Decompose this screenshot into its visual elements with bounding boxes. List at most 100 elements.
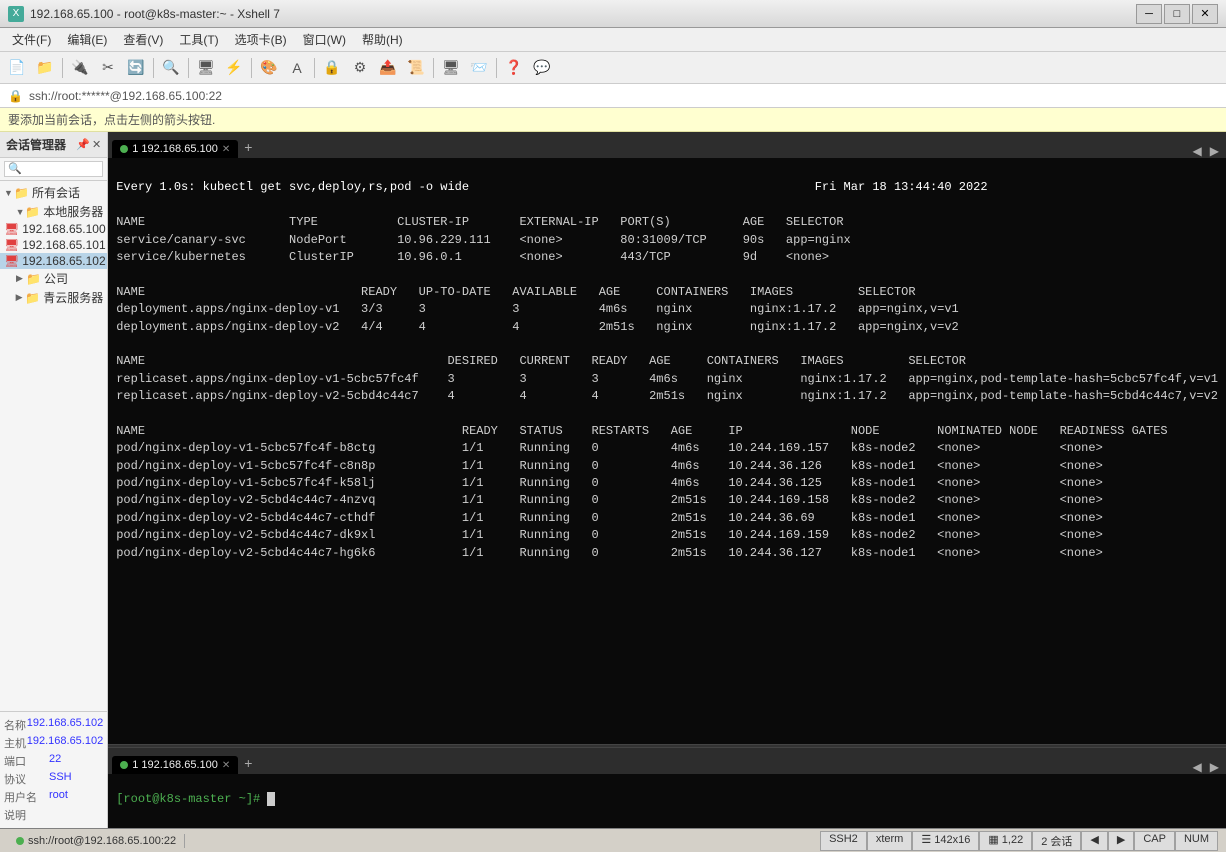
new-session-button[interactable]: 📄: [4, 56, 30, 80]
tree-label-192-168-65-101: 192.168.65.101: [22, 238, 105, 252]
disconnect-button[interactable]: ✂: [95, 56, 121, 80]
status-dot: [16, 837, 24, 845]
session-tree: ▼ 📁 所有会话 ▼ 📁 本地服务器 🖥 192.168.65.100: [0, 181, 107, 711]
bottom-terminal-content[interactable]: [root@k8s-master ~]#: [108, 774, 1226, 828]
search-input[interactable]: [4, 161, 103, 177]
font-button[interactable]: A: [284, 56, 310, 80]
menu-bar: 文件(F) 编辑(E) 查看(V) 工具(T) 选项卡(B) 窗口(W) 帮助(…: [0, 28, 1226, 52]
prop-host: 主机 192.168.65.102: [4, 734, 103, 752]
prop-value-username: root: [49, 789, 103, 805]
properties-panel: 名称 192.168.65.102 主机 192.168.65.102 端口 2…: [0, 711, 107, 828]
local-shell-button[interactable]: ⚡: [221, 56, 247, 80]
status-right: SSH2 xterm ☰ 142x16 ▦ 1,22 2 会话 ◀ ▶ CAP …: [820, 831, 1218, 851]
prop-value-port: 22: [49, 753, 103, 769]
bottom-tab-add-button[interactable]: +: [238, 752, 258, 774]
prop-value-host: 192.168.65.102: [27, 735, 103, 751]
status-cursor-pos: ▦ 1,22: [979, 831, 1032, 851]
bottom-tab-dot: [120, 761, 128, 769]
prop-username: 用户名 root: [4, 788, 103, 806]
address-bar: 🔒 ssh://root:******@192.168.65.100:22: [0, 84, 1226, 108]
toolbar-sep-2: [153, 58, 154, 78]
prompt: [root@k8s-master ~]#: [116, 792, 267, 806]
terminal-content[interactable]: Every 1.0s: kubectl get svc,deploy,rs,po…: [108, 158, 1226, 744]
toolbar-sep-1: [62, 58, 63, 78]
session-manager-button[interactable]: 🖥: [193, 56, 219, 80]
address-icon: 🔒: [8, 89, 23, 103]
status-num: NUM: [1175, 831, 1218, 851]
status-session-nav-next[interactable]: ▶: [1108, 831, 1134, 851]
menu-file[interactable]: 文件(F): [4, 29, 59, 50]
prop-value-description: [49, 807, 103, 823]
tree-label-local-server: 本地服务器: [43, 203, 103, 220]
tab-192-168-65-100[interactable]: 1 192.168.65.100 ✕: [112, 140, 238, 158]
lock-button[interactable]: 🔒: [319, 56, 345, 80]
bottom-tab-next-button[interactable]: ▶: [1207, 760, 1222, 774]
status-ssh2: SSH2: [820, 831, 867, 851]
menu-window[interactable]: 窗口(W): [295, 29, 354, 50]
tree-item-company[interactable]: ▶ 📁 公司: [0, 269, 107, 288]
color-button[interactable]: 🎨: [256, 56, 282, 80]
prop-label-protocol: 协议: [4, 771, 49, 787]
tab-next-button[interactable]: ▶: [1207, 144, 1222, 158]
prop-description: 说明: [4, 806, 103, 824]
minimize-button[interactable]: ─: [1136, 4, 1162, 24]
script-button[interactable]: 📜: [403, 56, 429, 80]
chat-button[interactable]: 💬: [529, 56, 555, 80]
sidebar-close-button[interactable]: ✕: [92, 138, 101, 151]
prop-port: 端口 22: [4, 752, 103, 770]
bottom-tab-bar: 1 192.168.65.100 ✕ + ◀ ▶: [108, 748, 1226, 774]
toolbar-sep-6: [433, 58, 434, 78]
sidebar-title: 会话管理器: [6, 136, 66, 153]
info-bar: 要添加当前会话，点击左侧的箭头按钮.: [0, 108, 1226, 132]
close-button[interactable]: ✕: [1192, 4, 1218, 24]
tree-item-qingyun[interactable]: ▶ 📁 青云服务器: [0, 288, 107, 307]
tree-item-local-server[interactable]: ▼ 📁 本地服务器: [0, 202, 107, 221]
status-connection: ssh://root@192.168.65.100:22: [8, 834, 185, 848]
maximize-button[interactable]: □: [1164, 4, 1190, 24]
tab-prev-button[interactable]: ◀: [1190, 144, 1205, 158]
screen-button[interactable]: 🖥: [438, 56, 464, 80]
toolbar: 📄 📁 🔌 ✂ 🔄 🔍 🖥 ⚡ 🎨 A 🔒 ⚙ 📤 📜 🖥 📨 ❓ 💬: [0, 52, 1226, 84]
app-icon: X: [8, 6, 24, 22]
tab-close-icon[interactable]: ✕: [222, 144, 230, 155]
sidebar-pin-button[interactable]: 📌: [76, 138, 90, 151]
tree-item-192-168-65-101[interactable]: 🖥 192.168.65.101: [0, 237, 107, 253]
status-session-nav-prev[interactable]: ◀: [1081, 831, 1107, 851]
reconnect-button[interactable]: 🔄: [123, 56, 149, 80]
status-connection-text: ssh://root@192.168.65.100:22: [28, 835, 176, 847]
menu-edit[interactable]: 编辑(E): [59, 29, 115, 50]
terminal-line-svc-header: NAME TYPE CLUSTER-IP EXTERNAL-IP PORT(S)…: [116, 215, 1218, 559]
title-bar: X 192.168.65.100 - root@k8s-master:~ - X…: [0, 0, 1226, 28]
sidebar-header: 会话管理器 📌 ✕: [0, 132, 107, 158]
help-button[interactable]: ❓: [501, 56, 527, 80]
status-dimensions: ☰ 142x16: [912, 831, 979, 851]
address-text: ssh://root:******@192.168.65.100:22: [29, 89, 1218, 103]
tree-item-192-168-65-100[interactable]: 🖥 192.168.65.100: [0, 221, 107, 237]
sidebar: 会话管理器 📌 ✕ ▼ 📁 所有会话 ▼ 📁 本地服务器: [0, 132, 108, 828]
tree-item-all-sessions[interactable]: ▼ 📁 所有会话: [0, 183, 107, 202]
status-cap: CAP: [1134, 831, 1175, 851]
prop-value-protocol: SSH: [49, 771, 103, 787]
menu-tab[interactable]: 选项卡(B): [227, 29, 295, 50]
menu-view[interactable]: 查看(V): [115, 29, 171, 50]
prop-label-description: 说明: [4, 807, 49, 823]
bottom-tab-192-168-65-100[interactable]: 1 192.168.65.100 ✕: [112, 756, 238, 774]
settings-button[interactable]: ⚙: [347, 56, 373, 80]
open-button[interactable]: 📁: [32, 56, 58, 80]
info-text: 要添加当前会话，点击左侧的箭头按钮.: [8, 111, 215, 128]
menu-tools[interactable]: 工具(T): [171, 29, 226, 50]
bottom-tab-close-icon[interactable]: ✕: [222, 760, 230, 771]
menu-help[interactable]: 帮助(H): [354, 29, 411, 50]
tree-item-192-168-65-102[interactable]: 🖥 192.168.65.102: [0, 253, 107, 269]
connect-button[interactable]: 🔌: [67, 56, 93, 80]
tab-add-button[interactable]: +: [238, 136, 258, 158]
bottom-tab-prev-button[interactable]: ◀: [1190, 760, 1205, 774]
toolbar-sep-7: [496, 58, 497, 78]
send-button[interactable]: 📨: [466, 56, 492, 80]
bottom-tab-label: 1 192.168.65.100: [132, 759, 218, 771]
find-button[interactable]: 🔍: [158, 56, 184, 80]
status-xterm: xterm: [867, 831, 913, 851]
tab-navigation: ◀ ▶: [1190, 144, 1222, 158]
transfer-button[interactable]: 📤: [375, 56, 401, 80]
prop-label-username: 用户名: [4, 789, 49, 805]
